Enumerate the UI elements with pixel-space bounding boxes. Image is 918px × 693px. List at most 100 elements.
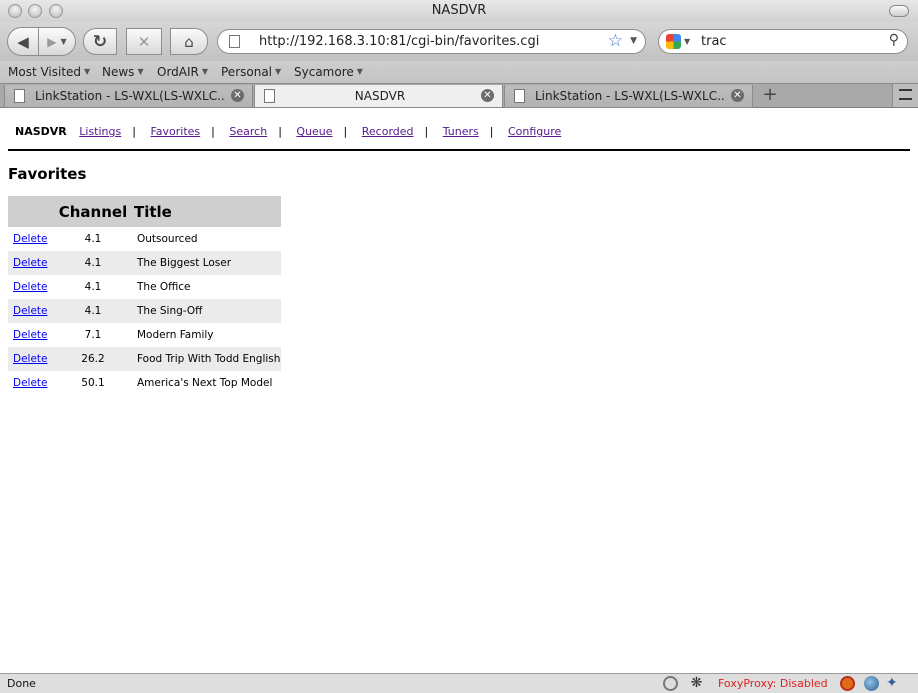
- addon-clock-icon[interactable]: [663, 676, 678, 691]
- bookmark-folder-news[interactable]: News ▼: [102, 65, 144, 79]
- tab-linkstation-2[interactable]: LinkStation - LS-WXL(LS-WXLC... ✕: [504, 85, 753, 108]
- nav-link-favorites[interactable]: Favorites: [150, 125, 200, 138]
- globe-icon[interactable]: [864, 676, 879, 691]
- close-tab-icon[interactable]: ✕: [481, 89, 494, 102]
- chevron-down-icon: ▼: [356, 67, 363, 76]
- page-icon: [229, 35, 240, 48]
- table-row: Delete 4.1 Outsourced: [8, 227, 281, 251]
- title-cell: Outsourced: [137, 233, 198, 245]
- chevron-down-icon: ▼: [275, 67, 282, 76]
- nav-link-tuners[interactable]: Tuners: [443, 125, 479, 138]
- title-cell: America's Next Top Model: [137, 377, 273, 389]
- channel-cell: 4.1: [52, 251, 134, 275]
- page-content: NASDVR Listings | Favorites | Search | Queu…: [0, 108, 918, 673]
- favorites-table: Channel Title Delete 4.1 Outsourced Dele…: [8, 196, 281, 395]
- table-row: Delete 7.1 Modern Family: [8, 323, 281, 347]
- channel-cell: 4.1: [84, 281, 102, 293]
- close-window-button[interactable]: [8, 4, 22, 18]
- window-title: NASDVR: [431, 3, 487, 18]
- search-engine-dropdown-icon[interactable]: ▼: [684, 30, 690, 53]
- channel-cell: 26.2: [52, 347, 134, 371]
- search-input[interactable]: trac: [701, 34, 727, 49]
- bookmark-folder-ordair[interactable]: OrdAIR ▼: [157, 65, 208, 79]
- table-row: Delete 50.1 America's Next Top Model: [8, 371, 281, 395]
- back-icon: ◀: [17, 32, 29, 51]
- title-cell: Food Trip With Todd English: [134, 347, 281, 371]
- bookmark-folder-most-visited[interactable]: Most Visited ▼: [8, 65, 90, 79]
- tab-linkstation-1[interactable]: LinkStation - LS-WXL(LS-WXLC... ✕: [4, 85, 253, 108]
- adblock-icon[interactable]: [840, 676, 855, 691]
- tab-nasdvr[interactable]: NASDVR ✕: [254, 85, 503, 108]
- delete-link[interactable]: Delete: [13, 353, 48, 365]
- forward-icon: ▶: [47, 34, 57, 49]
- site-navigation: NASDVR Listings | Favorites | Search | Queu…: [15, 125, 562, 138]
- reload-button[interactable]: ↻: [83, 28, 117, 55]
- table-row: Delete 4.1 The Office: [8, 275, 281, 299]
- chevron-down-icon: ▼: [137, 67, 144, 76]
- channel-cell: 4.1: [84, 233, 102, 245]
- url-dropdown-icon[interactable]: ▼: [630, 30, 637, 53]
- back-button[interactable]: ◀: [7, 27, 39, 56]
- nav-link-configure[interactable]: Configure: [508, 125, 561, 138]
- page-title: Favorites: [8, 165, 87, 183]
- title-cell: The Sing-Off: [134, 299, 281, 323]
- channel-cell: 50.1: [81, 377, 105, 389]
- stop-button[interactable]: ✕: [126, 28, 162, 55]
- site-brand: NASDVR: [15, 125, 67, 138]
- table-header-row: Channel Title: [8, 196, 281, 227]
- navigation-toolbar: ◀ ▶ ▼ ↻ ✕ ⌂ http://192.168.3.10:81/cgi-bi…: [0, 22, 918, 61]
- nav-link-search[interactable]: Search: [229, 125, 267, 138]
- zoom-window-button[interactable]: [49, 4, 63, 18]
- delete-link[interactable]: Delete: [13, 281, 48, 293]
- title-cell: The Office: [137, 281, 191, 293]
- close-tab-icon[interactable]: ✕: [231, 89, 244, 102]
- tab-title: LinkStation - LS-WXL(LS-WXLC...: [535, 89, 725, 103]
- delete-link[interactable]: Delete: [13, 257, 48, 269]
- home-icon: ⌂: [184, 32, 194, 51]
- url-bar[interactable]: http://192.168.3.10:81/cgi-bin/favorites…: [217, 29, 646, 54]
- list-tabs-icon: [899, 89, 912, 100]
- bookmark-folder-sycamore[interactable]: Sycamore ▼: [294, 65, 363, 79]
- foxyproxy-status[interactable]: FoxyProxy: Disabled: [718, 677, 828, 690]
- page-icon: [514, 89, 525, 103]
- google-icon[interactable]: [666, 34, 681, 49]
- new-tab-icon[interactable]: +: [756, 84, 784, 107]
- bookmark-folder-personal[interactable]: Personal ▼: [221, 65, 281, 79]
- toolbar-toggle-button[interactable]: [889, 5, 909, 17]
- forward-button[interactable]: ▶ ▼: [38, 27, 76, 56]
- title-cell: The Biggest Loser: [134, 251, 281, 275]
- bookmark-star-icon[interactable]: ☆: [608, 30, 623, 53]
- page-icon: [14, 89, 25, 103]
- list-all-tabs-button[interactable]: [892, 84, 918, 107]
- history-dropdown-icon[interactable]: ▼: [61, 37, 67, 46]
- table-row: Delete 4.1 The Sing-Off: [8, 299, 281, 323]
- url-text[interactable]: http://192.168.3.10:81/cgi-bin/favorites…: [259, 34, 539, 49]
- home-button[interactable]: ⌂: [170, 28, 208, 55]
- close-tab-icon[interactable]: ✕: [731, 89, 744, 102]
- delete-link[interactable]: Delete: [13, 377, 48, 389]
- table-row: Delete 26.2 Food Trip With Todd English: [8, 347, 281, 371]
- wand-icon[interactable]: ✦: [886, 676, 901, 691]
- delete-link[interactable]: Delete: [13, 329, 48, 341]
- nav-link-listings[interactable]: Listings: [79, 125, 121, 138]
- title-cell: Modern Family: [137, 329, 214, 341]
- stop-icon: ✕: [137, 32, 151, 51]
- delete-link[interactable]: Delete: [13, 233, 48, 245]
- channel-cell: 4.1: [52, 299, 134, 323]
- magnifier-icon[interactable]: ⚲: [889, 29, 899, 52]
- page-icon: [264, 89, 275, 103]
- channel-cell: 7.1: [84, 329, 102, 341]
- minimize-window-button[interactable]: [28, 4, 42, 18]
- nav-link-queue[interactable]: Queue: [296, 125, 332, 138]
- delete-link[interactable]: Delete: [13, 305, 48, 317]
- column-header-actions: [8, 196, 52, 227]
- chevron-down-icon: ▼: [84, 67, 91, 76]
- column-header-title: Title: [134, 196, 281, 227]
- table-row: Delete 4.1 The Biggest Loser: [8, 251, 281, 275]
- firebug-bug-icon[interactable]: ❋: [689, 676, 704, 691]
- window-titlebar: NASDVR: [0, 0, 918, 22]
- nav-link-recorded[interactable]: Recorded: [362, 125, 414, 138]
- chevron-down-icon: ▼: [201, 67, 209, 76]
- status-text: Done: [7, 677, 36, 690]
- search-bar[interactable]: ▼ trac ⚲: [658, 29, 908, 54]
